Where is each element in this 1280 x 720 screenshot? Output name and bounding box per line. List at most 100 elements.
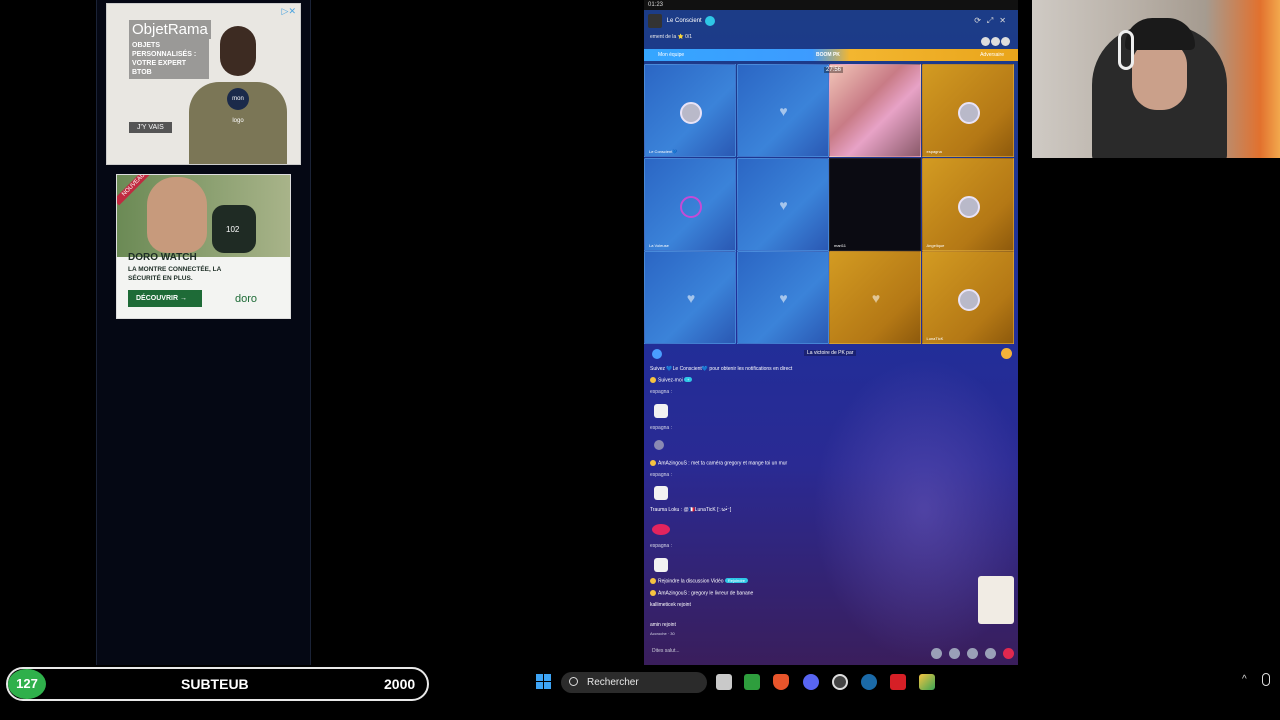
pk-timer: 27:56 [824, 67, 844, 73]
guest-seat[interactable]: mari11 [829, 157, 921, 251]
chat-input[interactable]: Dites salut... [652, 648, 680, 654]
chat-message: Trauma Loku : @🇫🇷LunaTicK [∵ω•̀⁻] [650, 507, 732, 513]
sticker-icon [654, 558, 668, 572]
chat-user[interactable]: espagna : [650, 472, 672, 478]
pk-right-label: Adversaire [980, 52, 1004, 58]
viewer-avatar[interactable] [981, 37, 990, 46]
expand-icon[interactable]: ⤢ [987, 16, 999, 25]
menu-icon[interactable] [967, 648, 978, 659]
chat-message: AmAzingouS : gregory le livreur de banan… [650, 590, 753, 596]
guest-seat[interactable]: ♥ [644, 251, 736, 344]
chat-user[interactable]: espagna : [650, 389, 672, 395]
invite-heart-icon[interactable]: ♥ [776, 290, 792, 306]
file-explorer-icon[interactable] [716, 674, 732, 690]
follow-button[interactable] [705, 16, 716, 26]
streamer-cap [1125, 18, 1195, 50]
guest-avatar-ring[interactable] [680, 195, 702, 218]
follow-me-label[interactable]: Suivez-moi [658, 377, 683, 383]
brave-icon[interactable] [773, 674, 789, 690]
mention-icon[interactable] [949, 648, 960, 659]
guest-seat[interactable]: LunaTicK [921, 251, 1014, 344]
emoji-icon[interactable] [931, 648, 942, 659]
microphone-icon[interactable] [1262, 673, 1270, 686]
chevron-up-icon[interactable]: ^ [1242, 674, 1247, 685]
ad-brand: ObjetRama [129, 20, 211, 39]
window-controls[interactable]: ⟳⤢✕ [974, 16, 1012, 26]
guest-seat[interactable]: ♥ [736, 64, 829, 157]
invite-heart-icon[interactable]: ♥ [776, 197, 792, 213]
join-video-row[interactable]: Rejoindre la discussion Vidéo Rejoindre [650, 578, 749, 585]
windows-start-icon[interactable] [536, 674, 552, 690]
refresh-icon[interactable]: ⟳ [974, 16, 987, 25]
join-notice-sub: Accroche · 30 [650, 631, 675, 636]
streamdeck-icon[interactable] [832, 674, 848, 690]
chat-message-text: AmAzingouS : gregory le livreur de banan… [658, 590, 754, 597]
streamer-face [1132, 40, 1187, 110]
follow-me-row[interactable]: Suivez-moi + [650, 377, 693, 383]
objetrama-ad[interactable]: mon logo ObjetRama OBJETS PERSONNALISÉS … [106, 3, 301, 165]
guest-seat[interactable]: La Voleuse [644, 157, 736, 251]
steam-icon[interactable] [861, 674, 877, 690]
invite-heart-icon[interactable]: ♥ [683, 290, 699, 306]
guest-seat[interactable]: espagna [921, 64, 1014, 157]
guest-seat[interactable]: ♥ [829, 251, 921, 344]
bottom-actions[interactable] [924, 646, 1014, 664]
chat-message: AmAzingouS : met ta caméra gregory et ma… [650, 460, 787, 466]
join-video-text: Rejoindre la discussion Vidéo [658, 578, 724, 585]
host-avatar[interactable] [648, 14, 662, 28]
taskbar-search[interactable]: Rechercher [561, 672, 707, 693]
host-name: Le Conscient [666, 18, 702, 24]
discover-button[interactable]: DÉCOUVRIR → [128, 290, 202, 307]
sub-goal-title: SUBTEUB [181, 676, 249, 692]
team-gold-icon [1001, 348, 1012, 359]
discord-icon[interactable] [803, 674, 819, 690]
join-button[interactable]: Rejoindre [724, 578, 749, 584]
ad-tagline: OBJETS PERSONNALISÉS : VOTRE EXPERT BTOB [129, 39, 209, 79]
search-placeholder: Rechercher [587, 677, 639, 688]
guest-avatar[interactable] [957, 289, 980, 311]
rank-row[interactable]: ement de la ⭐ 0/1 [650, 34, 692, 40]
host-info[interactable]: Le Conscient [648, 14, 716, 32]
guest-avatar[interactable] [957, 195, 980, 218]
guest-seat[interactable]: ♥ [736, 251, 829, 344]
ad-subtitle: LA MONTRE CONNECTÉE, LA SÉCURITÉ EN PLUS… [128, 266, 222, 282]
pk-result-row: La victoire de PK par [644, 347, 1018, 361]
status-bar: 01:23 [644, 0, 1018, 10]
team-blue-icon [652, 349, 662, 359]
sticker-icon [654, 486, 668, 500]
viewer-avatar[interactable] [991, 37, 1000, 46]
chat-message-text: AmAzingouS : met ta caméra gregory et ma… [658, 460, 788, 467]
live-stream-window: 01:23 Le Conscient ⟳⤢✕ ement de la ⭐ 0/1… [644, 0, 1018, 665]
join-notice: kallimeticek rejoint [650, 602, 691, 608]
guest-avatar[interactable] [680, 102, 702, 124]
ad-cta-button[interactable]: J'Y VAIS [129, 122, 172, 133]
doro-ad[interactable]: 102 NOUVEAU DORO WATCH LA MONTRE CONNECT… [116, 174, 291, 319]
invite-heart-icon[interactable]: ♥ [776, 103, 792, 119]
guest-name: mari11 [834, 242, 846, 248]
adchoices-icon[interactable]: ▷✕ [282, 6, 296, 17]
chat-feed: Suivez 💙Le Conscient💙 pour obtenir les n… [650, 364, 980, 644]
guest-name: espagna [926, 149, 942, 154]
gift-icon[interactable] [985, 648, 996, 659]
guest-name: LunaTicK [926, 336, 944, 341]
spreadsheet-icon[interactable] [744, 674, 760, 690]
viewer-avatar[interactable] [1001, 37, 1010, 46]
gift-promo-icon[interactable] [978, 576, 1014, 624]
invite-heart-icon[interactable]: ♥ [868, 290, 884, 306]
follow-plus-icon[interactable]: + [684, 377, 693, 383]
chat-user[interactable]: espagna : [650, 543, 672, 549]
sub-goal-target: 2000 [384, 676, 416, 692]
guest-avatar[interactable] [957, 102, 980, 124]
guest-seat[interactable]: Le Conscient💙 [644, 64, 736, 157]
guest-seat[interactable]: Angelique [921, 157, 1014, 251]
guest-seat[interactable]: ♥ [736, 157, 829, 251]
guest-seat[interactable] [829, 64, 921, 157]
model-head [220, 26, 256, 76]
pk-score-bar: Mon équipe BOOM PK Adversaire [644, 49, 1018, 61]
youtube-icon[interactable] [890, 674, 906, 690]
close-icon[interactable]: ✕ [999, 16, 1012, 25]
obs-like-icon[interactable] [919, 674, 935, 690]
chat-user[interactable]: espagna : [650, 425, 672, 431]
shirt-logo: mon logo [227, 88, 249, 124]
share-icon[interactable] [1003, 648, 1014, 659]
